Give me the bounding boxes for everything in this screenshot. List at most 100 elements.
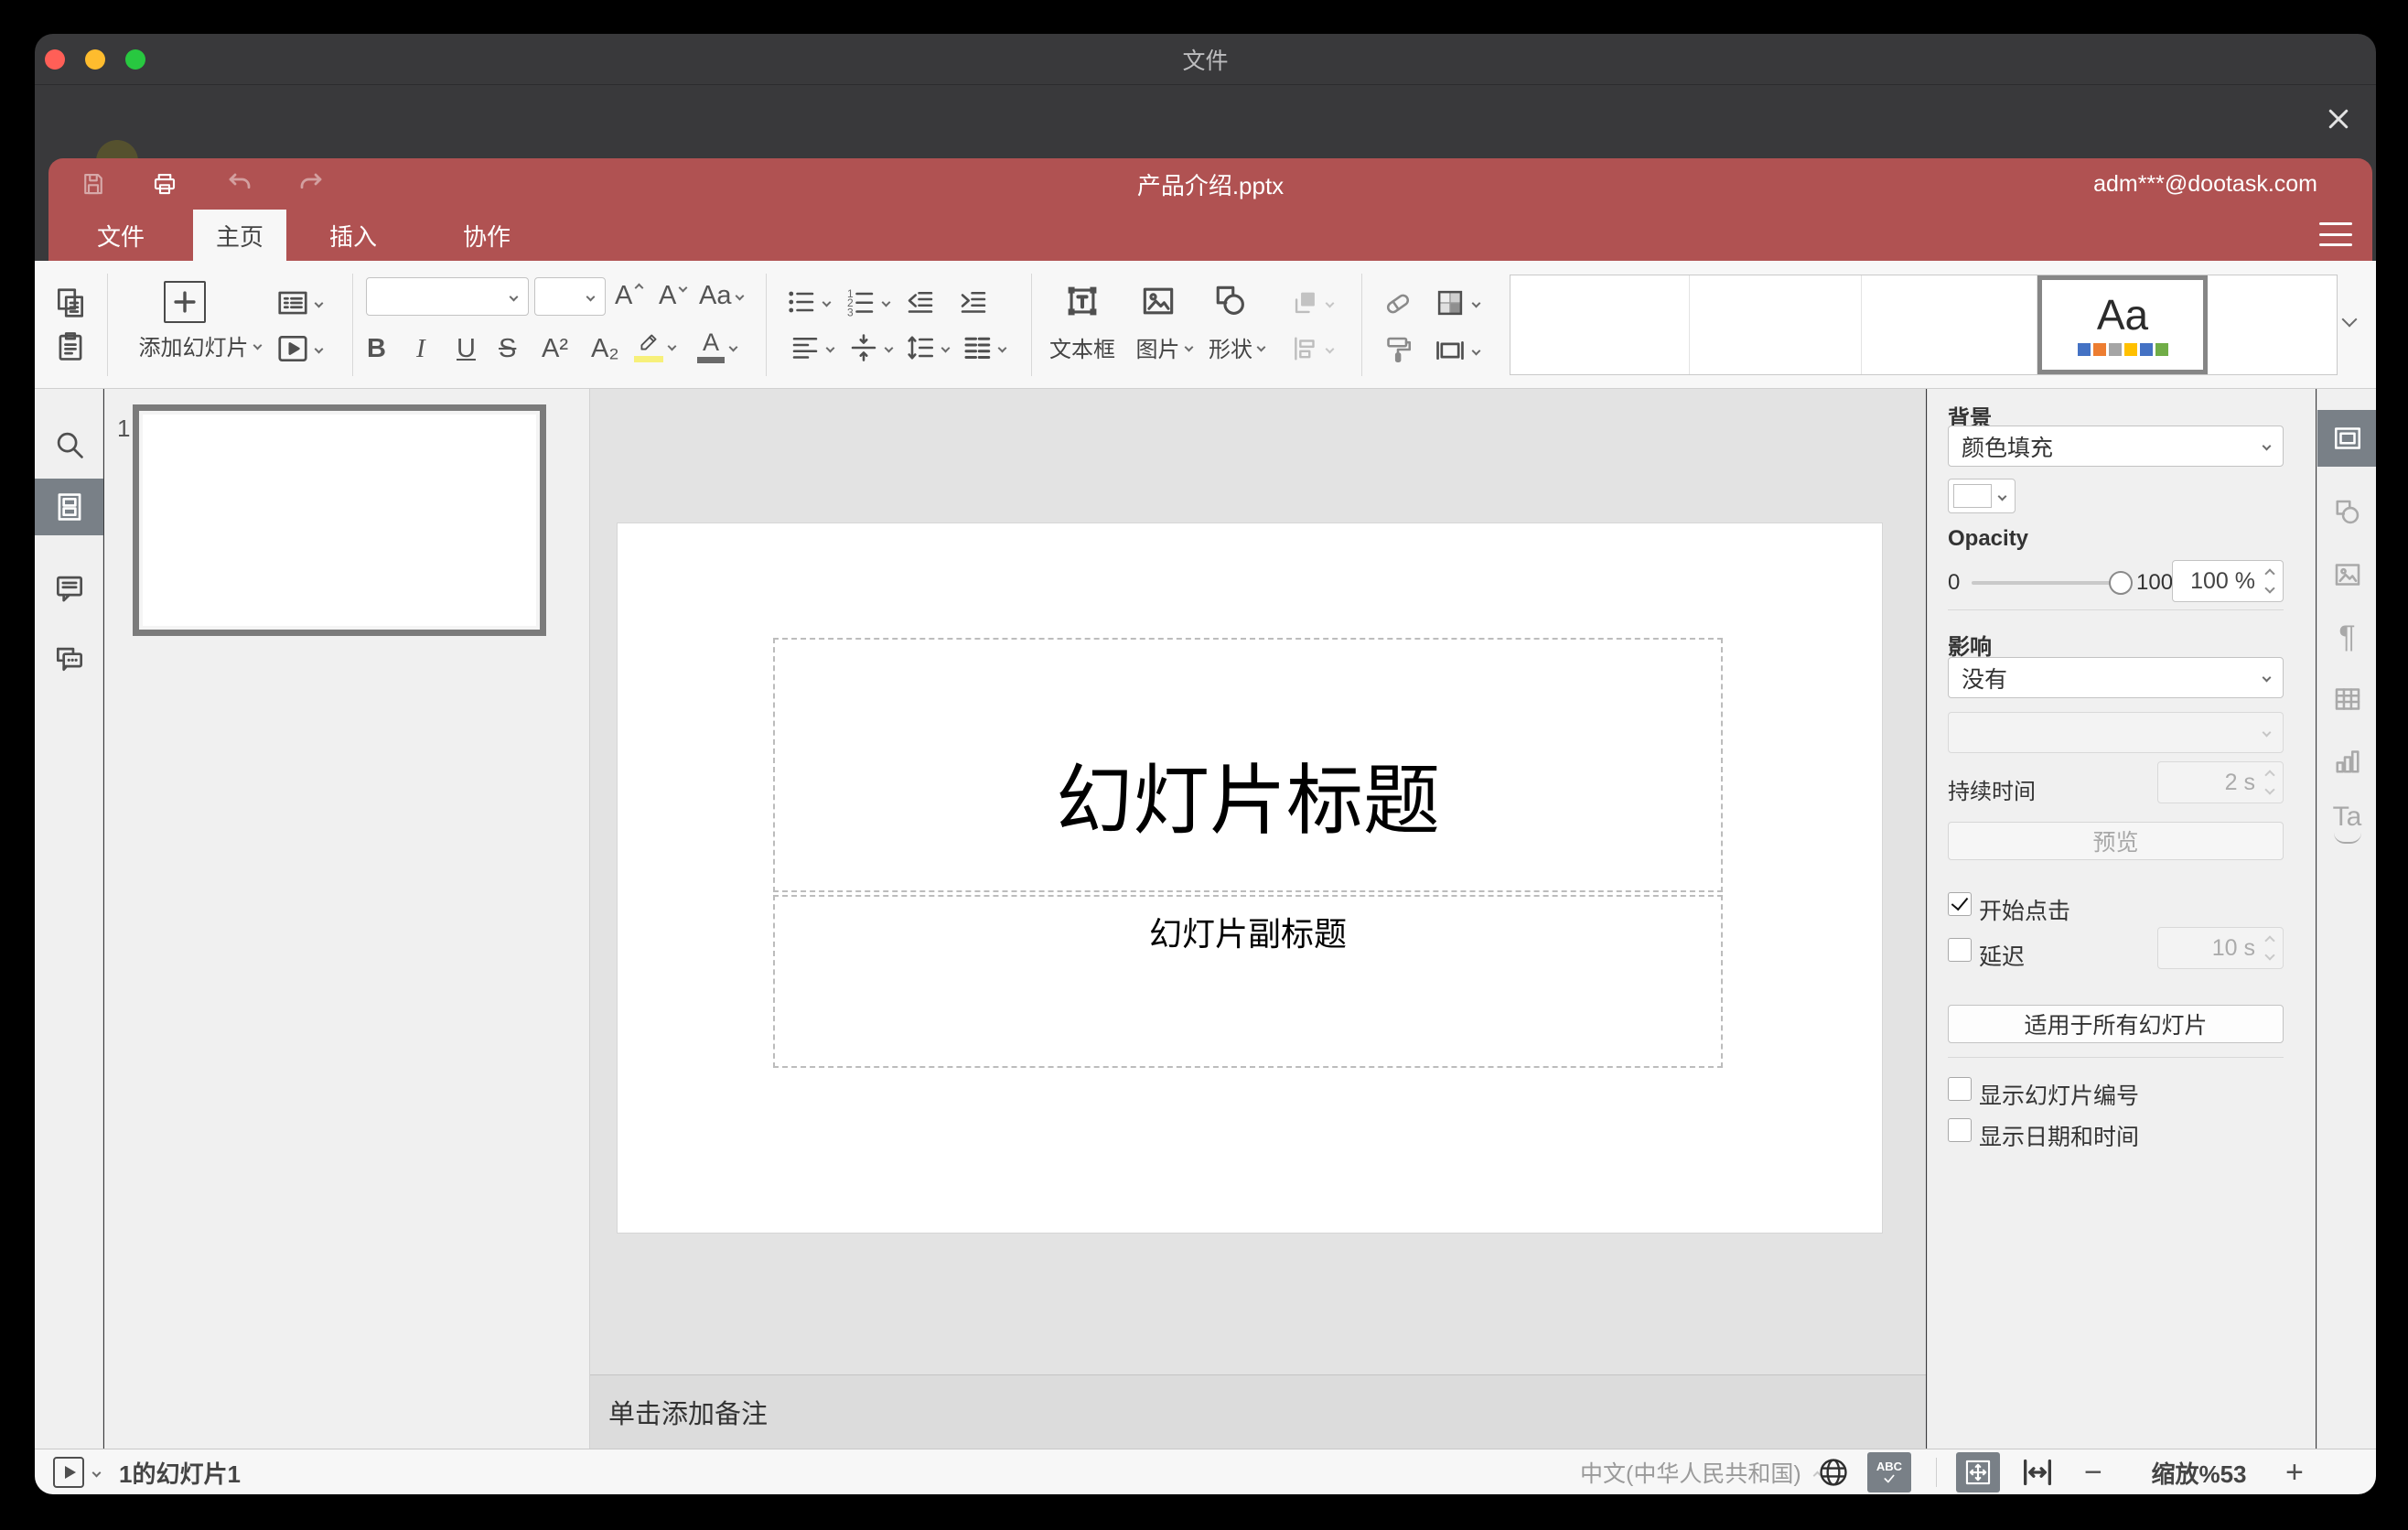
image-icon[interactable]: [1138, 281, 1178, 321]
effect-variant-select[interactable]: [1948, 712, 2284, 753]
textbox-icon[interactable]: [1062, 281, 1102, 321]
slide-canvas[interactable]: 幻灯片标题 幻灯片副标题: [590, 389, 1926, 1374]
start-slideshow-status-button[interactable]: [53, 1449, 84, 1494]
copy-button[interactable]: [53, 286, 88, 320]
zoom-out-button[interactable]: −: [2084, 1449, 2102, 1494]
slide-settings-icon[interactable]: [2317, 410, 2376, 467]
theme-colors-button[interactable]: [1433, 286, 1481, 320]
chart-settings-icon[interactable]: [2317, 733, 2376, 790]
fit-slide-toggle[interactable]: [1956, 1449, 2000, 1494]
show-slide-number-checkbox[interactable]: [1948, 1077, 1972, 1101]
arrange-shape-button[interactable]: [1290, 287, 1335, 318]
eraser-button[interactable]: [1381, 287, 1414, 320]
titlebar: 文件: [35, 34, 2376, 85]
effect-select[interactable]: 没有: [1948, 657, 2284, 698]
horizontal-align-button[interactable]: [789, 331, 835, 364]
increase-indent-button[interactable]: [957, 286, 990, 318]
tab-insert[interactable]: 插入: [306, 210, 400, 261]
theme-option[interactable]: [1510, 275, 1690, 374]
subscript-button[interactable]: A₂: [591, 334, 619, 364]
document-title: 产品介绍.pptx: [1136, 171, 1285, 199]
left-sidebar: [35, 389, 103, 1449]
font-name-select[interactable]: [366, 277, 529, 316]
start-slideshow-button[interactable]: [275, 331, 324, 366]
slide-size-button[interactable]: [1433, 333, 1481, 368]
shape-button[interactable]: 形状: [1193, 331, 1280, 363]
start-on-click-checkbox[interactable]: [1948, 892, 1972, 916]
tab-file[interactable]: 文件: [74, 210, 167, 261]
opacity-slider-handle[interactable]: [2109, 571, 2133, 595]
bold-button[interactable]: B: [367, 334, 386, 364]
thumbnail-number: 1: [117, 415, 131, 442]
slide-thumbnail[interactable]: [133, 404, 546, 636]
title-placeholder[interactable]: 幻灯片标题: [773, 638, 1723, 892]
vertical-align-button[interactable]: [847, 331, 894, 364]
shape-settings-icon[interactable]: [2317, 484, 2376, 541]
bullet-list-button[interactable]: [785, 286, 832, 318]
zoom-level[interactable]: 缩放%53: [2146, 1449, 2252, 1494]
line-spacing-button[interactable]: [904, 331, 951, 364]
theme-gallery-expand-icon[interactable]: [2341, 311, 2358, 328]
spellcheck-toggle[interactable]: ABC: [1867, 1449, 1911, 1494]
superscript-button[interactable]: A²: [542, 334, 568, 364]
paragraph-settings-icon[interactable]: ¶: [2317, 609, 2376, 665]
opacity-slider[interactable]: [1972, 581, 2127, 585]
theme-option-selected[interactable]: Aa: [2037, 275, 2208, 374]
fit-width-button[interactable]: [2019, 1449, 2056, 1494]
delay-input[interactable]: 10 s: [2157, 927, 2284, 969]
search-icon[interactable]: [35, 416, 103, 473]
decrease-font-button[interactable]: A: [659, 281, 688, 311]
italic-button[interactable]: I: [416, 334, 425, 364]
image-settings-icon[interactable]: [2317, 546, 2376, 603]
tab-collaboration[interactable]: 协作: [440, 210, 533, 261]
maximize-traffic-icon[interactable]: [125, 49, 145, 70]
shape-icon[interactable]: [1210, 281, 1251, 321]
delay-checkbox[interactable]: [1948, 938, 1972, 962]
close-icon[interactable]: [2325, 105, 2352, 133]
menu-icon[interactable]: [2319, 222, 2352, 246]
decrease-indent-button[interactable]: [904, 286, 937, 318]
preview-button[interactable]: 预览: [1948, 822, 2284, 860]
traffic-lights: [45, 49, 145, 70]
font-size-select[interactable]: [534, 277, 606, 316]
align-shape-button[interactable]: [1290, 333, 1335, 364]
notes-area[interactable]: 单击添加备注: [590, 1374, 1926, 1449]
set-language-icon[interactable]: [1816, 1449, 1851, 1494]
change-case-button[interactable]: Aa: [699, 281, 745, 311]
minimize-traffic-icon[interactable]: [85, 49, 105, 70]
add-slide-button[interactable]: [164, 281, 206, 323]
opacity-input[interactable]: 100 %: [2172, 560, 2284, 602]
strikethrough-button[interactable]: S: [499, 334, 516, 364]
theme-option[interactable]: [1862, 275, 2037, 374]
comments-icon[interactable]: [35, 560, 103, 617]
numbered-list-button[interactable]: 123: [844, 286, 891, 318]
tab-home[interactable]: 主页: [193, 210, 287, 261]
add-slide-label[interactable]: 添加幻灯片: [122, 329, 277, 361]
highlight-color-button[interactable]: [634, 330, 677, 362]
fill-type-select[interactable]: 颜色填充: [1948, 426, 2284, 467]
slide[interactable]: 幻灯片标题 幻灯片副标题: [618, 523, 1882, 1233]
textart-settings-icon[interactable]: Ta: [2317, 795, 2376, 852]
zoom-in-button[interactable]: +: [2285, 1449, 2304, 1494]
font-color-button[interactable]: A: [697, 330, 738, 363]
show-date-time-checkbox[interactable]: [1948, 1118, 1972, 1142]
subtitle-placeholder[interactable]: 幻灯片副标题: [773, 895, 1723, 1068]
slideshow-options-icon[interactable]: [91, 1449, 102, 1494]
duration-input[interactable]: 2 s: [2157, 761, 2284, 803]
increase-font-button[interactable]: A: [615, 281, 644, 311]
close-traffic-icon[interactable]: [45, 49, 65, 70]
theme-option[interactable]: [1690, 275, 1862, 374]
chat-icon[interactable]: [35, 631, 103, 688]
slide-layout-button[interactable]: [275, 286, 324, 320]
language-selector[interactable]: 中文(中华人民共和国): [1580, 1449, 1822, 1494]
paste-button[interactable]: [53, 329, 88, 364]
paint-roller-button[interactable]: [1381, 333, 1414, 366]
fill-color-swatch[interactable]: [1948, 479, 2016, 513]
table-settings-icon[interactable]: [2317, 671, 2376, 727]
columns-button[interactable]: [961, 331, 1007, 364]
apply-to-all-slides-button[interactable]: 适用于所有幻灯片: [1948, 1005, 2284, 1043]
underline-button[interactable]: U: [457, 334, 476, 364]
theme-option[interactable]: [2208, 275, 2337, 374]
textbox-button[interactable]: 文本框: [1037, 331, 1128, 363]
slides-panel-icon[interactable]: [35, 479, 103, 535]
